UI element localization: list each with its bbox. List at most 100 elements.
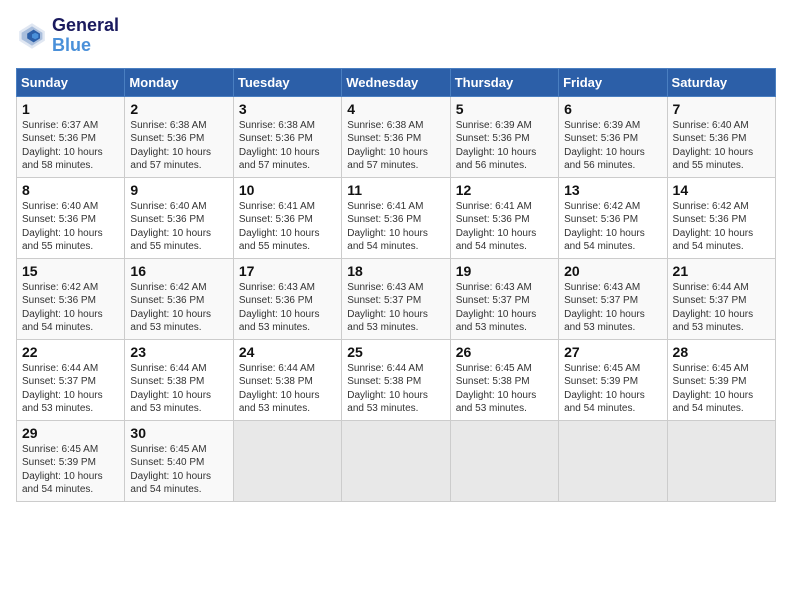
calendar-day-4: 4 Sunrise: 6:38 AMSunset: 5:36 PMDayligh… xyxy=(342,96,450,177)
calendar-day-19: 19 Sunrise: 6:43 AMSunset: 5:37 PMDaylig… xyxy=(450,258,558,339)
day-number: 1 xyxy=(22,101,119,117)
day-number: 15 xyxy=(22,263,119,279)
day-info: Sunrise: 6:41 AMSunset: 5:36 PMDaylight:… xyxy=(347,201,428,253)
calendar-day-29: 29 Sunrise: 6:45 AMSunset: 5:39 PMDaylig… xyxy=(17,420,125,501)
calendar-week-5: 29 Sunrise: 6:45 AMSunset: 5:39 PMDaylig… xyxy=(17,420,776,501)
calendar-week-2: 8 Sunrise: 6:40 AMSunset: 5:36 PMDayligh… xyxy=(17,177,776,258)
day-number: 29 xyxy=(22,425,119,441)
logo-icon xyxy=(16,20,48,52)
day-number: 17 xyxy=(239,263,336,279)
day-info: Sunrise: 6:40 AMSunset: 5:36 PMDaylight:… xyxy=(130,201,211,253)
day-number: 23 xyxy=(130,344,227,360)
day-info: Sunrise: 6:38 AMSunset: 5:36 PMDaylight:… xyxy=(239,120,320,172)
calendar-empty xyxy=(342,420,450,501)
calendar-day-10: 10 Sunrise: 6:41 AMSunset: 5:36 PMDaylig… xyxy=(233,177,341,258)
calendar-day-6: 6 Sunrise: 6:39 AMSunset: 5:36 PMDayligh… xyxy=(559,96,667,177)
calendar-day-5: 5 Sunrise: 6:39 AMSunset: 5:36 PMDayligh… xyxy=(450,96,558,177)
col-header-thursday: Thursday xyxy=(450,68,558,96)
day-info: Sunrise: 6:42 AMSunset: 5:36 PMDaylight:… xyxy=(564,201,645,253)
day-info: Sunrise: 6:42 AMSunset: 5:36 PMDaylight:… xyxy=(673,201,754,253)
day-info: Sunrise: 6:38 AMSunset: 5:36 PMDaylight:… xyxy=(347,120,428,172)
calendar-day-8: 8 Sunrise: 6:40 AMSunset: 5:36 PMDayligh… xyxy=(17,177,125,258)
day-info: Sunrise: 6:40 AMSunset: 5:36 PMDaylight:… xyxy=(22,201,103,253)
day-info: Sunrise: 6:39 AMSunset: 5:36 PMDaylight:… xyxy=(564,120,645,172)
day-info: Sunrise: 6:43 AMSunset: 5:37 PMDaylight:… xyxy=(347,282,428,334)
calendar-day-26: 26 Sunrise: 6:45 AMSunset: 5:38 PMDaylig… xyxy=(450,339,558,420)
calendar-day-9: 9 Sunrise: 6:40 AMSunset: 5:36 PMDayligh… xyxy=(125,177,233,258)
day-number: 27 xyxy=(564,344,661,360)
calendar-table: SundayMondayTuesdayWednesdayThursdayFrid… xyxy=(16,68,776,502)
day-info: Sunrise: 6:45 AMSunset: 5:40 PMDaylight:… xyxy=(130,444,211,496)
col-header-friday: Friday xyxy=(559,68,667,96)
calendar-day-1: 1 Sunrise: 6:37 AMSunset: 5:36 PMDayligh… xyxy=(17,96,125,177)
col-header-sunday: Sunday xyxy=(17,68,125,96)
calendar-empty xyxy=(559,420,667,501)
day-number: 22 xyxy=(22,344,119,360)
calendar-day-15: 15 Sunrise: 6:42 AMSunset: 5:36 PMDaylig… xyxy=(17,258,125,339)
calendar-day-21: 21 Sunrise: 6:44 AMSunset: 5:37 PMDaylig… xyxy=(667,258,775,339)
day-info: Sunrise: 6:43 AMSunset: 5:37 PMDaylight:… xyxy=(456,282,537,334)
day-number: 28 xyxy=(673,344,770,360)
day-info: Sunrise: 6:45 AMSunset: 5:39 PMDaylight:… xyxy=(564,363,645,415)
day-number: 21 xyxy=(673,263,770,279)
day-info: Sunrise: 6:42 AMSunset: 5:36 PMDaylight:… xyxy=(22,282,103,334)
calendar-day-3: 3 Sunrise: 6:38 AMSunset: 5:36 PMDayligh… xyxy=(233,96,341,177)
page-header: GeneralBlue xyxy=(16,16,776,56)
day-number: 20 xyxy=(564,263,661,279)
day-info: Sunrise: 6:44 AMSunset: 5:38 PMDaylight:… xyxy=(130,363,211,415)
calendar-day-12: 12 Sunrise: 6:41 AMSunset: 5:36 PMDaylig… xyxy=(450,177,558,258)
day-info: Sunrise: 6:44 AMSunset: 5:38 PMDaylight:… xyxy=(347,363,428,415)
day-number: 12 xyxy=(456,182,553,198)
day-number: 25 xyxy=(347,344,444,360)
day-number: 2 xyxy=(130,101,227,117)
col-header-monday: Monday xyxy=(125,68,233,96)
day-info: Sunrise: 6:43 AMSunset: 5:36 PMDaylight:… xyxy=(239,282,320,334)
calendar-header-row: SundayMondayTuesdayWednesdayThursdayFrid… xyxy=(17,68,776,96)
day-info: Sunrise: 6:37 AMSunset: 5:36 PMDaylight:… xyxy=(22,120,103,172)
day-info: Sunrise: 6:45 AMSunset: 5:39 PMDaylight:… xyxy=(22,444,103,496)
day-number: 26 xyxy=(456,344,553,360)
day-info: Sunrise: 6:44 AMSunset: 5:37 PMDaylight:… xyxy=(22,363,103,415)
day-number: 13 xyxy=(564,182,661,198)
calendar-day-2: 2 Sunrise: 6:38 AMSunset: 5:36 PMDayligh… xyxy=(125,96,233,177)
day-number: 18 xyxy=(347,263,444,279)
col-header-tuesday: Tuesday xyxy=(233,68,341,96)
calendar-day-24: 24 Sunrise: 6:44 AMSunset: 5:38 PMDaylig… xyxy=(233,339,341,420)
day-number: 10 xyxy=(239,182,336,198)
calendar-day-25: 25 Sunrise: 6:44 AMSunset: 5:38 PMDaylig… xyxy=(342,339,450,420)
day-info: Sunrise: 6:41 AMSunset: 5:36 PMDaylight:… xyxy=(456,201,537,253)
calendar-day-27: 27 Sunrise: 6:45 AMSunset: 5:39 PMDaylig… xyxy=(559,339,667,420)
calendar-day-17: 17 Sunrise: 6:43 AMSunset: 5:36 PMDaylig… xyxy=(233,258,341,339)
calendar-day-11: 11 Sunrise: 6:41 AMSunset: 5:36 PMDaylig… xyxy=(342,177,450,258)
day-number: 19 xyxy=(456,263,553,279)
calendar-day-16: 16 Sunrise: 6:42 AMSunset: 5:36 PMDaylig… xyxy=(125,258,233,339)
day-info: Sunrise: 6:45 AMSunset: 5:39 PMDaylight:… xyxy=(673,363,754,415)
day-info: Sunrise: 6:38 AMSunset: 5:36 PMDaylight:… xyxy=(130,120,211,172)
col-header-wednesday: Wednesday xyxy=(342,68,450,96)
day-number: 6 xyxy=(564,101,661,117)
col-header-saturday: Saturday xyxy=(667,68,775,96)
calendar-week-1: 1 Sunrise: 6:37 AMSunset: 5:36 PMDayligh… xyxy=(17,96,776,177)
calendar-day-18: 18 Sunrise: 6:43 AMSunset: 5:37 PMDaylig… xyxy=(342,258,450,339)
day-number: 16 xyxy=(130,263,227,279)
calendar-day-7: 7 Sunrise: 6:40 AMSunset: 5:36 PMDayligh… xyxy=(667,96,775,177)
day-number: 5 xyxy=(456,101,553,117)
calendar-day-20: 20 Sunrise: 6:43 AMSunset: 5:37 PMDaylig… xyxy=(559,258,667,339)
day-number: 14 xyxy=(673,182,770,198)
day-info: Sunrise: 6:41 AMSunset: 5:36 PMDaylight:… xyxy=(239,201,320,253)
calendar-day-30: 30 Sunrise: 6:45 AMSunset: 5:40 PMDaylig… xyxy=(125,420,233,501)
day-info: Sunrise: 6:39 AMSunset: 5:36 PMDaylight:… xyxy=(456,120,537,172)
day-info: Sunrise: 6:45 AMSunset: 5:38 PMDaylight:… xyxy=(456,363,537,415)
calendar-week-3: 15 Sunrise: 6:42 AMSunset: 5:36 PMDaylig… xyxy=(17,258,776,339)
logo: GeneralBlue xyxy=(16,16,119,56)
day-number: 9 xyxy=(130,182,227,198)
calendar-day-23: 23 Sunrise: 6:44 AMSunset: 5:38 PMDaylig… xyxy=(125,339,233,420)
calendar-day-22: 22 Sunrise: 6:44 AMSunset: 5:37 PMDaylig… xyxy=(17,339,125,420)
day-info: Sunrise: 6:40 AMSunset: 5:36 PMDaylight:… xyxy=(673,120,754,172)
day-number: 30 xyxy=(130,425,227,441)
calendar-empty xyxy=(450,420,558,501)
day-info: Sunrise: 6:44 AMSunset: 5:38 PMDaylight:… xyxy=(239,363,320,415)
day-number: 3 xyxy=(239,101,336,117)
day-number: 4 xyxy=(347,101,444,117)
calendar-day-14: 14 Sunrise: 6:42 AMSunset: 5:36 PMDaylig… xyxy=(667,177,775,258)
